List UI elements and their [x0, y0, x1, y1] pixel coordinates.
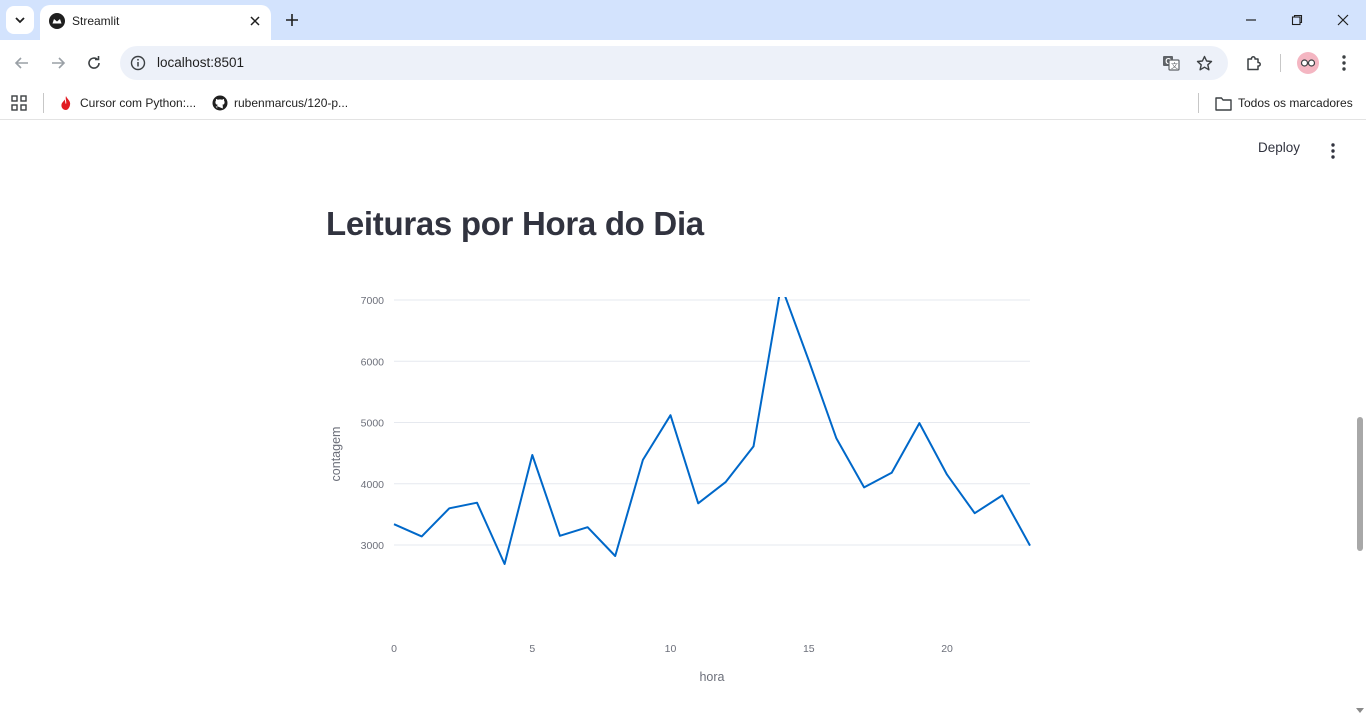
avatar-icon	[1297, 52, 1319, 74]
all-bookmarks-button[interactable]: Todos os marcadores	[1215, 93, 1353, 113]
bookmarks-separator	[43, 93, 44, 113]
restore-icon	[1291, 14, 1303, 26]
minimize-button[interactable]	[1239, 8, 1263, 32]
restore-button[interactable]	[1285, 8, 1309, 32]
y-tick-label: 6000	[361, 356, 385, 368]
x-tick-label: 20	[941, 643, 953, 655]
y-tick-label: 7000	[361, 297, 385, 307]
bookmark-star-button[interactable]	[1194, 53, 1214, 73]
profile-avatar[interactable]	[1296, 51, 1320, 75]
bookmark-item[interactable]: Cursor com Python:...	[58, 93, 196, 113]
page-title: Leituras por Hora do Dia	[326, 205, 704, 242]
vertical-dots-icon	[1342, 55, 1346, 71]
new-tab-button[interactable]	[281, 9, 303, 31]
flame-logo-icon	[61, 96, 71, 110]
tab-strip: Streamlit	[0, 0, 1366, 40]
info-icon	[130, 55, 146, 71]
extensions-button[interactable]	[1242, 51, 1266, 75]
reload-icon	[88, 56, 100, 69]
y-tick-label: 4000	[361, 479, 385, 491]
github-icon	[212, 95, 228, 111]
bookmark-label: rubenmarcus/120-p...	[234, 96, 349, 110]
close-window-button[interactable]	[1331, 8, 1355, 32]
y-axis-label: contagem	[329, 427, 343, 482]
forward-button[interactable]	[46, 51, 70, 75]
bookmarks-separator	[1198, 93, 1199, 113]
toolbar-separator	[1280, 54, 1281, 72]
bookmark-item[interactable]: rubenmarcus/120-p...	[212, 93, 348, 113]
active-tab[interactable]: Streamlit	[40, 5, 271, 40]
translate-icon: G文	[1163, 56, 1180, 71]
star-icon	[1196, 55, 1212, 70]
apps-button[interactable]	[11, 93, 27, 113]
browser-toolbar: localhost:8501 G文	[0, 40, 1366, 86]
close-icon	[250, 16, 260, 26]
back-button[interactable]	[10, 51, 34, 75]
puzzle-icon	[1247, 56, 1261, 71]
url-text: localhost:8501	[157, 55, 245, 70]
browser-menu-button[interactable]	[1332, 51, 1356, 75]
minimize-icon	[1246, 19, 1256, 21]
grid-icon	[11, 95, 27, 111]
site-info-button[interactable]	[128, 53, 148, 73]
line-chart-svg: 3000 4000 5000 6000 7000 0 5 10 15 20 hora conta…	[329, 284, 1031, 684]
vertical-dots-icon	[1331, 143, 1335, 159]
folder-icon	[1215, 96, 1232, 111]
streamlit-favicon-icon	[49, 13, 65, 29]
svg-text:文: 文	[1171, 61, 1178, 70]
tab-title: Streamlit	[72, 14, 120, 28]
close-icon	[1337, 14, 1349, 26]
streamlit-app: Deploy Leituras por Hora do Dia 3000 4000…	[0, 121, 1366, 720]
reload-button[interactable]	[82, 51, 106, 75]
page-scrollbar[interactable]	[1357, 417, 1363, 551]
line-chart[interactable]: 3000 4000 5000 6000 7000 0 5 10 15 20 hora conta…	[326, 284, 1046, 697]
y-tick-label: 3000	[361, 540, 385, 552]
arrow-right-icon	[52, 57, 66, 69]
tab-close-button[interactable]	[246, 12, 264, 30]
x-axis-label: hora	[699, 670, 724, 684]
x-tick-label: 5	[529, 643, 535, 655]
x-tick-label: 15	[803, 643, 815, 655]
series-line	[393, 284, 1031, 565]
plus-icon	[286, 14, 298, 26]
bookmarks-bar: Cursor com Python:... rubenmarcus/120-p.…	[0, 86, 1366, 120]
arrow-left-icon	[14, 57, 28, 69]
x-tick-label: 10	[665, 643, 677, 655]
y-tick-label: 5000	[361, 418, 385, 430]
chevron-down-icon	[15, 17, 25, 24]
deploy-button[interactable]: Deploy	[1258, 140, 1300, 155]
translate-button[interactable]: G文	[1161, 53, 1181, 73]
app-menu-button[interactable]	[1323, 141, 1343, 161]
scroll-down-arrow-icon[interactable]	[1356, 707, 1364, 715]
tab-search-button[interactable]	[6, 6, 34, 34]
x-tick-label: 0	[391, 643, 397, 655]
address-bar[interactable]: localhost:8501 G文	[120, 46, 1228, 80]
all-bookmarks-label: Todos os marcadores	[1238, 96, 1353, 110]
bookmark-label: Cursor com Python:...	[80, 96, 197, 110]
